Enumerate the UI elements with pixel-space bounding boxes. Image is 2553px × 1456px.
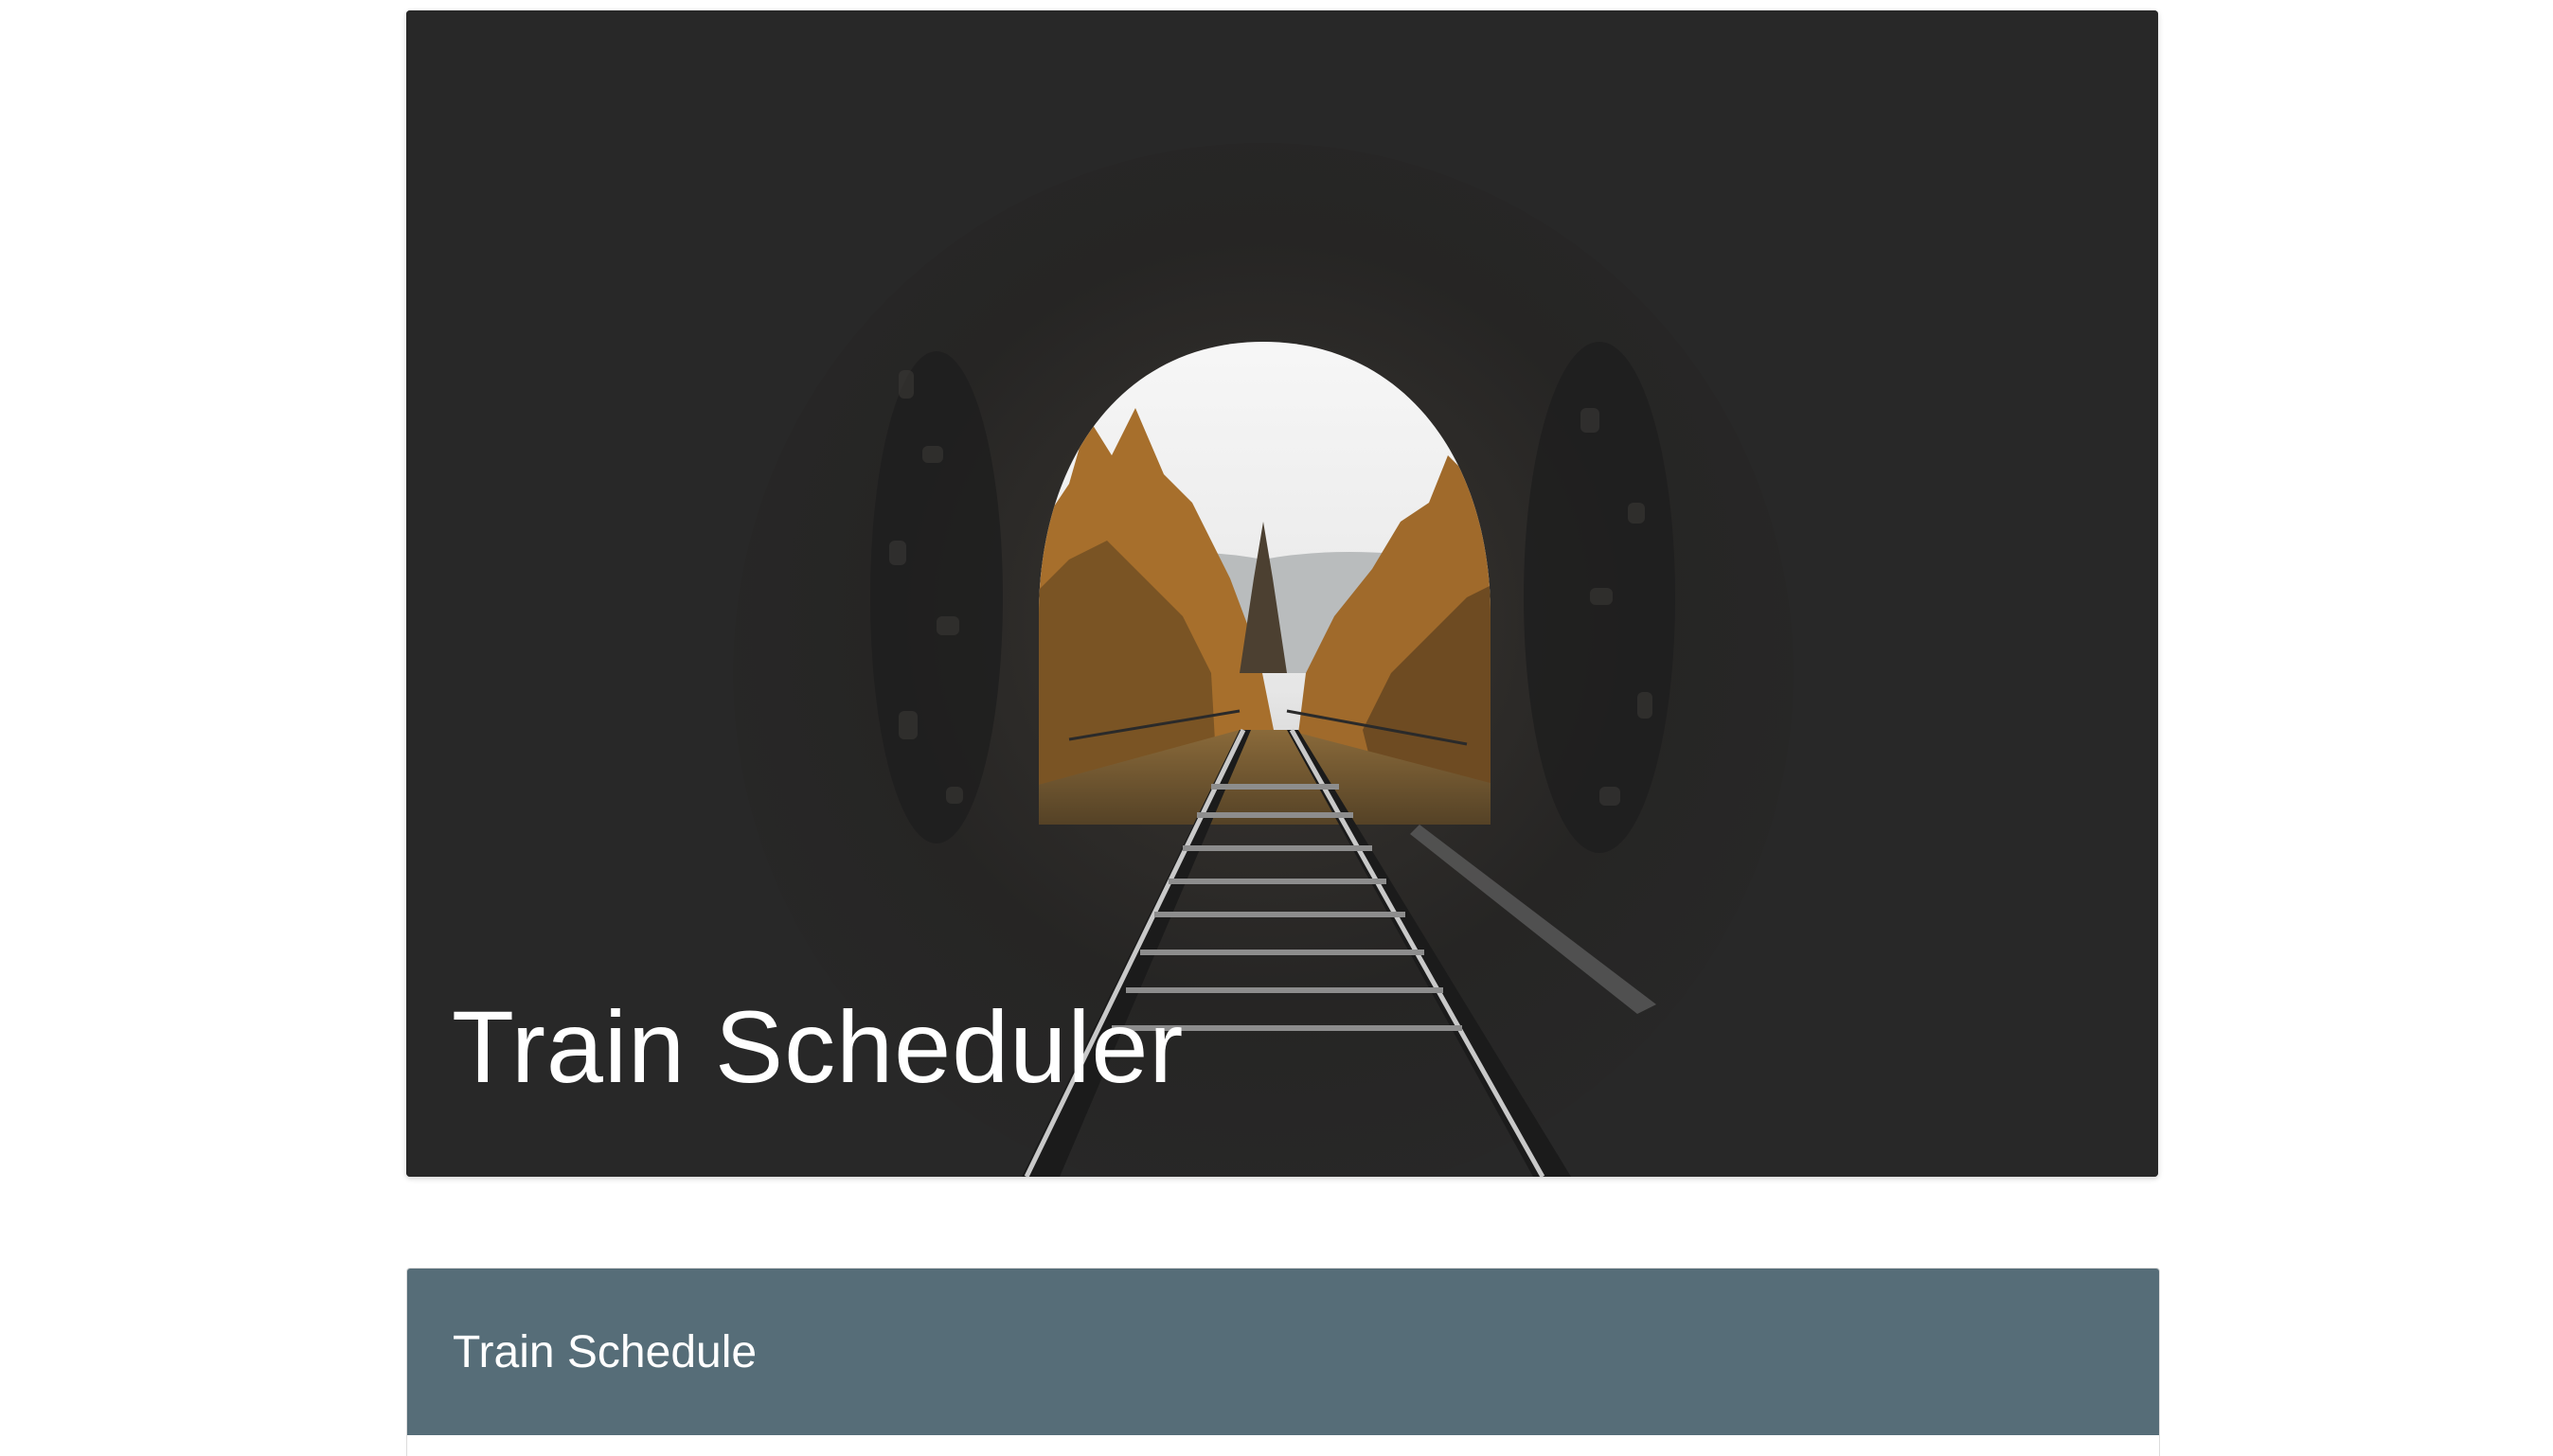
panel-heading: Train Schedule [407,1269,2159,1435]
hero-jumbotron: Train Scheduler [406,10,2158,1177]
train-schedule-panel: Train Schedule [406,1268,2160,1456]
page: Train Scheduler Train Schedule [0,0,2553,1456]
page-title: Train Scheduler [452,989,1185,1104]
panel-title: Train Schedule [453,1326,758,1377]
